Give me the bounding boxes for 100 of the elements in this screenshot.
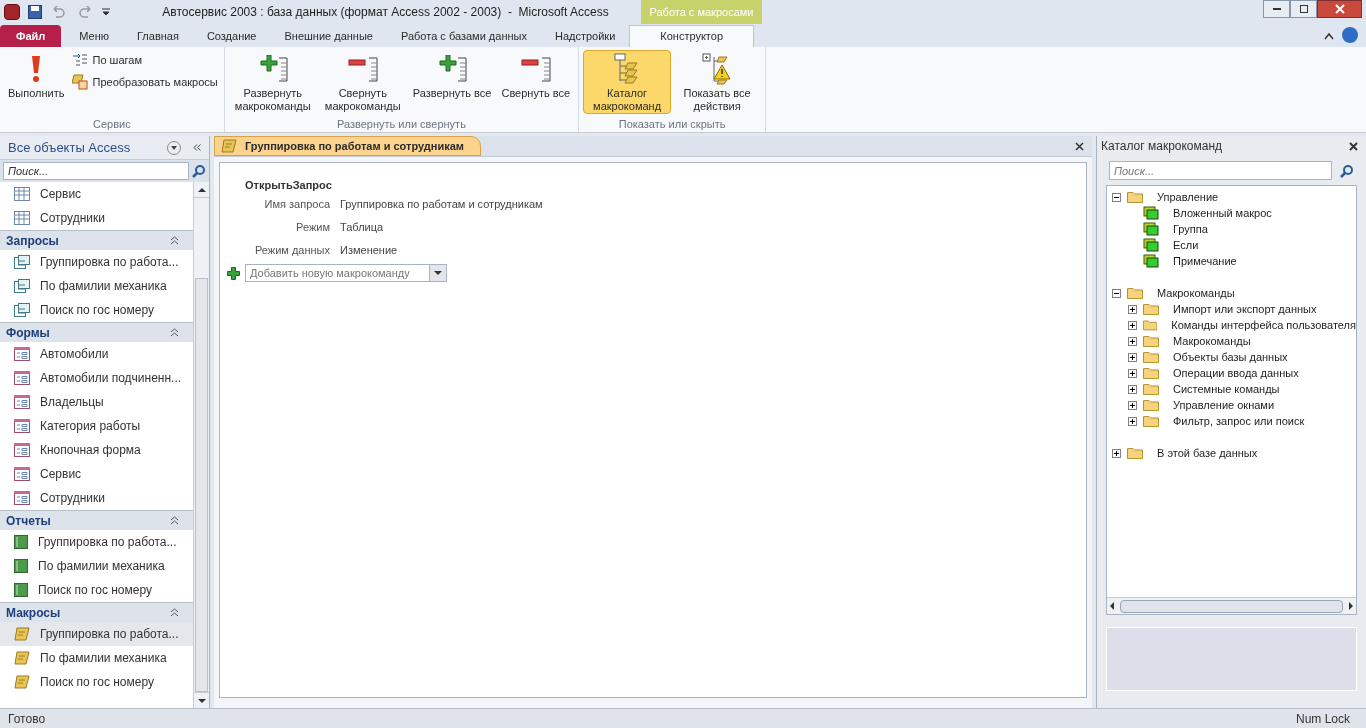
nav-item[interactable]: Группировка по работа... <box>0 530 193 554</box>
add-action-dropdown[interactable]: Добавить новую макрокоманду <box>245 264 447 282</box>
expand-toggle[interactable] <box>1128 320 1137 330</box>
horizontal-scrollbar[interactable] <box>1107 597 1356 614</box>
tree-item[interactable]: Импорт или экспорт данных <box>1165 300 1317 318</box>
tree-item[interactable]: Управление <box>1149 188 1219 206</box>
tree-item[interactable]: Макрокоманды <box>1165 332 1251 350</box>
ribbon-button[interactable]: Свернуть макрокоманды <box>318 50 407 114</box>
folder-icon <box>1127 287 1143 299</box>
ribbon-tab[interactable]: Конструктор <box>629 25 754 47</box>
expand-toggle[interactable] <box>1128 352 1137 362</box>
plus-list-icon <box>436 55 469 83</box>
argument-value[interactable]: Изменение <box>340 242 398 259</box>
minus-list-icon <box>346 55 379 83</box>
collapse-chevrons-icon <box>170 328 179 337</box>
collapse-pane-icon[interactable] <box>193 144 201 151</box>
section-header[interactable]: Отчеты <box>0 510 193 530</box>
ribbon-button[interactable]: По шагам <box>70 51 220 69</box>
catalog-title: Каталог макрокоманд <box>1101 138 1224 155</box>
ribbon-tab[interactable]: Меню <box>65 25 123 47</box>
tree-item[interactable]: Вложенный макрос <box>1165 204 1272 222</box>
nav-item[interactable]: Поиск по гос номеру <box>0 578 193 602</box>
window-title: Автосервис 2003 : база данных (формат Access 2002 - 2003) - Microsoft Access <box>162 4 609 21</box>
search-icon[interactable] <box>1340 163 1354 178</box>
ribbon-tab[interactable]: Работа с базами данных <box>386 25 541 47</box>
ribbon-tab[interactable]: Файл <box>0 25 62 47</box>
nav-item[interactable]: По фамилии механика <box>0 274 193 298</box>
collapse-toggle[interactable] <box>1112 288 1121 298</box>
add-icon[interactable] <box>227 266 240 280</box>
close-button[interactable] <box>1317 0 1362 18</box>
customize-icon[interactable] <box>102 8 110 16</box>
ribbon-tab[interactable]: Создание <box>192 25 271 47</box>
nav-item[interactable]: Сервис <box>0 462 193 486</box>
tree-item[interactable]: Операции ввода данных <box>1165 364 1299 382</box>
tree-item[interactable]: Группа <box>1165 220 1208 238</box>
search-icon[interactable] <box>192 164 206 178</box>
folder-icon <box>1143 351 1159 363</box>
nav-item[interactable]: Поиск по гос номеру <box>0 670 193 694</box>
ribbon-button[interactable]: Каталог макрокоманд <box>583 50 672 114</box>
nav-item[interactable]: Поиск по гос номеру <box>0 298 193 322</box>
tree-item[interactable]: В этой базе данных <box>1149 444 1258 462</box>
scrollbar[interactable] <box>193 182 209 708</box>
expand-toggle[interactable] <box>1128 368 1137 378</box>
ribbon-tab[interactable]: Внешние данные <box>270 25 387 47</box>
tree-item[interactable]: Системные команды <box>1165 380 1280 398</box>
close-icon[interactable] <box>1075 142 1084 151</box>
tree-item[interactable]: Управление окнами <box>1165 396 1275 414</box>
close-icon[interactable] <box>1349 141 1358 151</box>
nav-item[interactable]: Сотрудники <box>0 206 193 230</box>
expand-toggle[interactable] <box>1128 400 1137 410</box>
nav-item[interactable]: Группировка по работа... <box>0 622 193 646</box>
ribbon-button[interactable]: Преобразовать макросы <box>70 73 220 91</box>
expand-toggle[interactable] <box>1112 448 1121 458</box>
expand-toggle[interactable] <box>1128 336 1137 346</box>
collapse-ribbon-icon[interactable] <box>1324 32 1334 40</box>
ribbon-button[interactable]: Свернуть все <box>497 50 575 114</box>
nav-item[interactable]: Автомобили подчиненн... <box>0 366 193 390</box>
search-field[interactable]: Поиск... <box>1109 161 1332 180</box>
ribbon-button[interactable]: Развернуть макрокоманды <box>228 50 317 114</box>
expand-toggle[interactable] <box>1128 416 1137 426</box>
save-icon[interactable] <box>28 5 42 19</box>
expand-toggle[interactable] <box>1128 304 1137 314</box>
argument-value[interactable]: Таблица <box>340 219 384 236</box>
document-tab[interactable]: Группировка по работам и сотрудникам <box>214 136 481 156</box>
tree-item[interactable]: Макрокоманды <box>1149 284 1235 302</box>
section-header[interactable]: Запросы <box>0 230 193 250</box>
tree-item[interactable]: Фильтр, запрос или поиск <box>1165 412 1305 430</box>
tree-item[interactable]: Команды интерфейса пользователя <box>1163 316 1356 334</box>
nav-item[interactable]: Кнопочная форма <box>0 438 193 462</box>
section-header[interactable]: Формы <box>0 322 193 342</box>
ribbon-button[interactable]: Показать все действия <box>673 50 762 114</box>
nav-item[interactable]: По фамилии механика <box>0 646 193 670</box>
nav-item[interactable]: Автомобили <box>0 342 193 366</box>
ribbon-button[interactable]: Развернуть все <box>408 50 496 114</box>
argument-value[interactable]: Группировка по работам и сотрудникам <box>340 196 543 213</box>
nav-item[interactable]: Категория работы <box>0 414 193 438</box>
query-icon <box>14 279 30 293</box>
nav-item[interactable]: Сервис <box>0 182 193 206</box>
maximize-button[interactable] <box>1290 0 1317 18</box>
collapse-toggle[interactable] <box>1112 192 1121 202</box>
argument-label: Режим <box>295 220 330 236</box>
form-icon <box>14 371 30 385</box>
ribbon-tab[interactable]: Надстройки <box>540 25 630 47</box>
section-header[interactable]: Макросы <box>0 602 193 622</box>
tree-item[interactable]: Примечание <box>1165 252 1237 270</box>
tree-item[interactable]: Объекты базы данных <box>1165 348 1288 366</box>
nav-item[interactable]: По фамилии механика <box>0 554 193 578</box>
ribbon-tab[interactable]: Главная <box>123 25 193 47</box>
tree-item[interactable]: Если <box>1165 236 1199 254</box>
action-icon <box>1143 254 1159 268</box>
ribbon-button[interactable]: Выполнить <box>4 50 69 114</box>
search-field[interactable]: Поиск... <box>3 162 189 180</box>
nav-item[interactable]: Сотрудники <box>0 486 193 510</box>
nav-item[interactable]: Группировка по работа... <box>0 250 193 274</box>
nav-item[interactable]: Владельцы <box>0 390 193 414</box>
folder-icon <box>1143 303 1159 315</box>
minimize-button[interactable] <box>1263 0 1290 18</box>
expand-toggle[interactable] <box>1128 384 1137 394</box>
folder-icon <box>1143 319 1158 331</box>
action-name[interactable]: ОткрытьЗапрос <box>245 177 1086 193</box>
